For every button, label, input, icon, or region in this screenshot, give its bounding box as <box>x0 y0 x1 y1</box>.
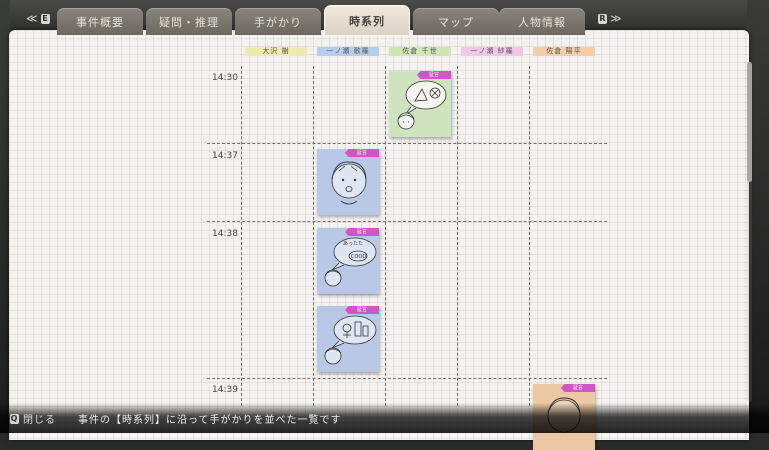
testimony-tag: 証言 <box>345 306 379 314</box>
column-header-sakura-yohei: 佐倉 陽平 <box>533 47 595 56</box>
close-button[interactable]: Q 閉じる <box>10 411 56 426</box>
testimony-note-kara-1438-a[interactable]: COOO あったた 証言 <box>317 228 379 294</box>
svg-text:COOO: COOO <box>351 254 366 260</box>
close-label: 閉じる <box>23 415 56 426</box>
column-divider <box>313 66 314 406</box>
testimony-tag: 証言 <box>561 384 595 392</box>
time-divider <box>207 378 607 379</box>
testimony-note-kara-1438-b[interactable]: 証言 <box>317 306 379 372</box>
time-label: 14:30 <box>212 73 238 83</box>
tab-bar: ≪ E 事件概要 疑問・推理 手がかり 時系列 マップ 人物情報 R ≫ <box>0 0 769 36</box>
tab-clues[interactable]: 手がかり <box>235 8 321 35</box>
double-left-arrow-icon: ≪ <box>26 12 38 25</box>
tab-characters[interactable]: 人物情報 <box>499 8 585 35</box>
tab-timeline[interactable]: 時系列 <box>324 5 410 36</box>
testimony-note-kara-1437[interactable]: 証言 <box>317 149 379 215</box>
tab-questions-deduction[interactable]: 疑問・推理 <box>146 8 232 35</box>
time-label: 14:37 <box>212 151 238 161</box>
key-q-icon: Q <box>10 413 19 424</box>
column-divider <box>241 66 242 406</box>
bubble-text: あったた <box>343 241 363 247</box>
scrollbar-thumb[interactable] <box>747 62 752 182</box>
double-right-arrow-icon: ≫ <box>610 12 622 25</box>
key-e-icon: E <box>40 13 50 24</box>
sketch-drawing <box>331 161 367 205</box>
column-header-ichinose-sara: 一ノ瀬 紗羅 <box>461 47 523 56</box>
time-label: 14:39 <box>212 385 238 395</box>
testimony-tag: 証言 <box>345 228 379 236</box>
column-header-sakura-chiyo: 佐倉 千世 <box>389 47 451 56</box>
time-divider <box>207 221 607 222</box>
column-divider <box>457 66 458 406</box>
testimony-tag: 証言 <box>417 71 451 79</box>
key-r-icon: R <box>598 13 607 24</box>
testimony-tag: 証言 <box>345 149 379 157</box>
tab-map[interactable]: マップ <box>413 8 499 35</box>
column-divider <box>385 66 386 406</box>
next-tab-hint[interactable]: R ≫ <box>598 12 622 25</box>
column-header-ichinose-kara: 一ノ瀬 歌羅 <box>317 47 379 56</box>
time-divider <box>207 143 607 144</box>
prev-tab-hint[interactable]: ≪ E <box>26 12 50 25</box>
sketch-drawing: COOO あったた <box>324 237 377 287</box>
testimony-note-chiyo-1430[interactable]: 証言 <box>389 71 451 137</box>
sketch-drawing <box>324 315 377 365</box>
tab-case-summary[interactable]: 事件概要 <box>57 8 143 35</box>
page-description: 事件の【時系列】に沿って手がかりを並べた一覧です <box>78 415 342 426</box>
column-header-osawa-itsuki: 大沢 樹 <box>245 47 307 56</box>
time-label: 14:38 <box>212 229 238 239</box>
sketch-drawing <box>397 80 447 130</box>
column-divider <box>529 66 530 406</box>
